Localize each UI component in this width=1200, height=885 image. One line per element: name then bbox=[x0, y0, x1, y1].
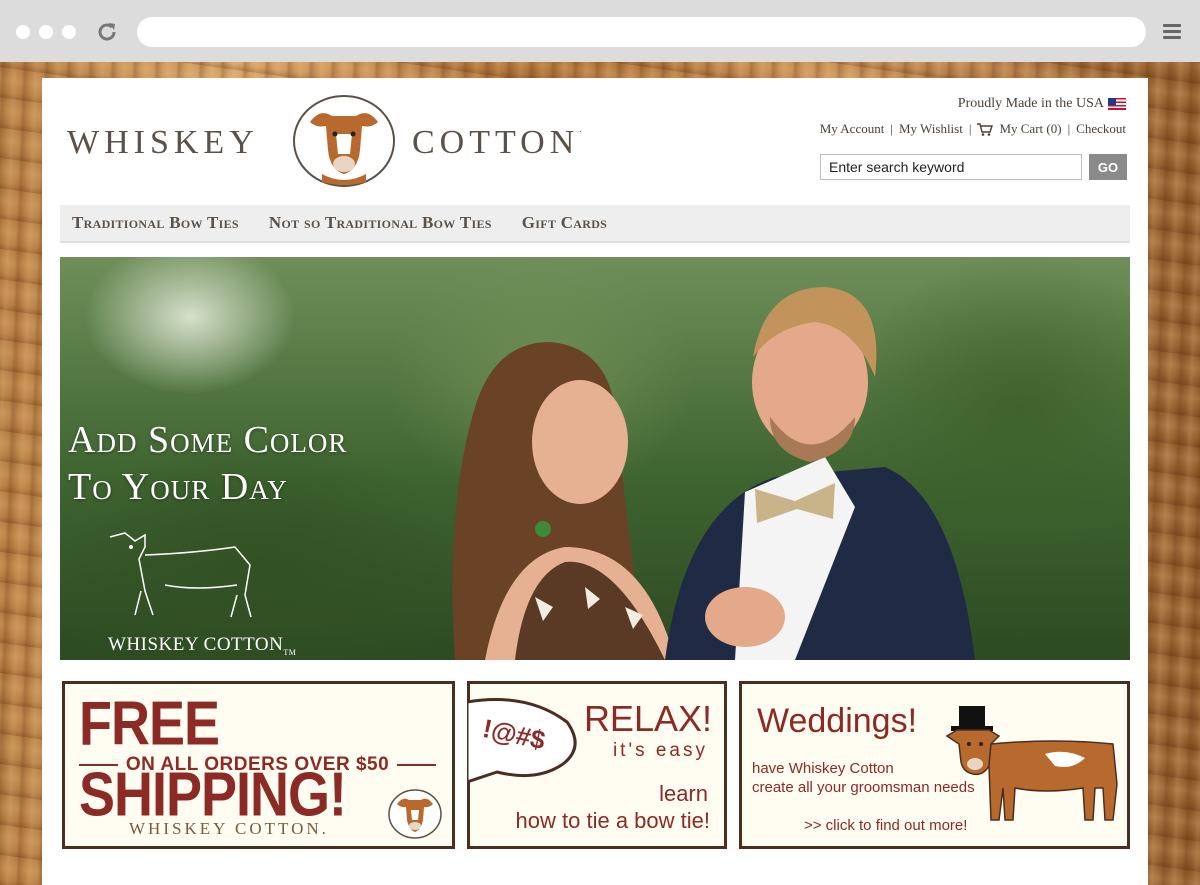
my-wishlist-link[interactable]: My Wishlist bbox=[899, 121, 963, 137]
usa-flag-icon bbox=[1108, 98, 1126, 110]
page-container: WHISKEY COTTON. Proudly Made in the USA … bbox=[42, 78, 1148, 885]
nav-traditional-bow-ties[interactable]: Traditional Bow Ties bbox=[72, 213, 239, 233]
weddings-line-1: have Whiskey Cotton bbox=[752, 760, 894, 777]
hero-headline: Add Some Color To Your Day bbox=[68, 419, 348, 508]
free-shipping-brand: WHISKEY COTTON. bbox=[129, 819, 329, 838]
relax-subtitle: it's easy bbox=[612, 740, 708, 761]
main-nav: Traditional Bow Ties Not so Traditional … bbox=[60, 205, 1130, 243]
address-bar[interactable] bbox=[137, 17, 1146, 47]
logo-text-left[interactable]: WHISKEY bbox=[67, 124, 259, 162]
nav-gift-cards[interactable]: Gift Cards bbox=[522, 213, 607, 233]
cow-outline-icon bbox=[109, 532, 252, 618]
made-in-usa: Proudly Made in the USA bbox=[958, 96, 1126, 112]
window-dot-icon[interactable] bbox=[16, 25, 30, 39]
search-input[interactable]: Enter search keyword bbox=[820, 154, 1082, 180]
cow-top-hat-icon bbox=[945, 706, 1118, 821]
nav-not-so-traditional-bow-ties[interactable]: Not so Traditional Bow Ties bbox=[269, 213, 492, 233]
cart-icon[interactable] bbox=[977, 122, 994, 136]
weddings-cta-link[interactable]: >> click to find out more! bbox=[804, 817, 967, 834]
window-dot-icon[interactable] bbox=[62, 25, 76, 39]
free-shipping-promo[interactable]: FREE SHIPPING! ON ALL ORDERS OVER $50 WH… bbox=[62, 681, 455, 849]
relax-bow-tie-promo[interactable]: !@#$ RELAX! it's easy learn how to tie a… bbox=[467, 681, 727, 849]
relax-learn: learn bbox=[659, 781, 708, 806]
couple-photo bbox=[452, 287, 975, 660]
logo-text-right[interactable]: COTTON. bbox=[412, 124, 582, 162]
weddings-line-2: create all your groomsman needs bbox=[752, 779, 975, 796]
cow-logo-icon bbox=[388, 789, 442, 839]
weddings-title: Weddings! bbox=[757, 702, 918, 740]
my-account-link[interactable]: My Account bbox=[820, 121, 885, 137]
hero-banner[interactable]: Add Some Color To Your Day WHISKEY COTTO… bbox=[60, 257, 1130, 660]
hero-brand: WHISKEY COTTONTM bbox=[108, 634, 297, 657]
checkout-link[interactable]: Checkout bbox=[1076, 121, 1126, 137]
reload-icon[interactable] bbox=[95, 20, 119, 44]
speech-bubble-icon: !@#$ bbox=[467, 698, 577, 784]
window-dot-icon[interactable] bbox=[39, 25, 53, 39]
free-shipping-subtitle: ON ALL ORDERS OVER $50 bbox=[79, 754, 436, 776]
relax-how-to: how to tie a bow tie! bbox=[515, 808, 710, 833]
my-cart-link[interactable]: My Cart (0) bbox=[999, 121, 1061, 137]
cow-logo-icon[interactable] bbox=[292, 94, 396, 188]
relax-title: RELAX! bbox=[583, 698, 712, 739]
menu-icon[interactable] bbox=[1163, 24, 1181, 40]
browser-chrome bbox=[0, 0, 1200, 62]
weddings-promo[interactable]: Weddings! have Whiskey Cotton create all… bbox=[739, 681, 1130, 849]
search-go-button[interactable]: GO bbox=[1089, 154, 1127, 180]
account-links: My Account | My Wishlist | My Cart (0) |… bbox=[819, 121, 1126, 137]
